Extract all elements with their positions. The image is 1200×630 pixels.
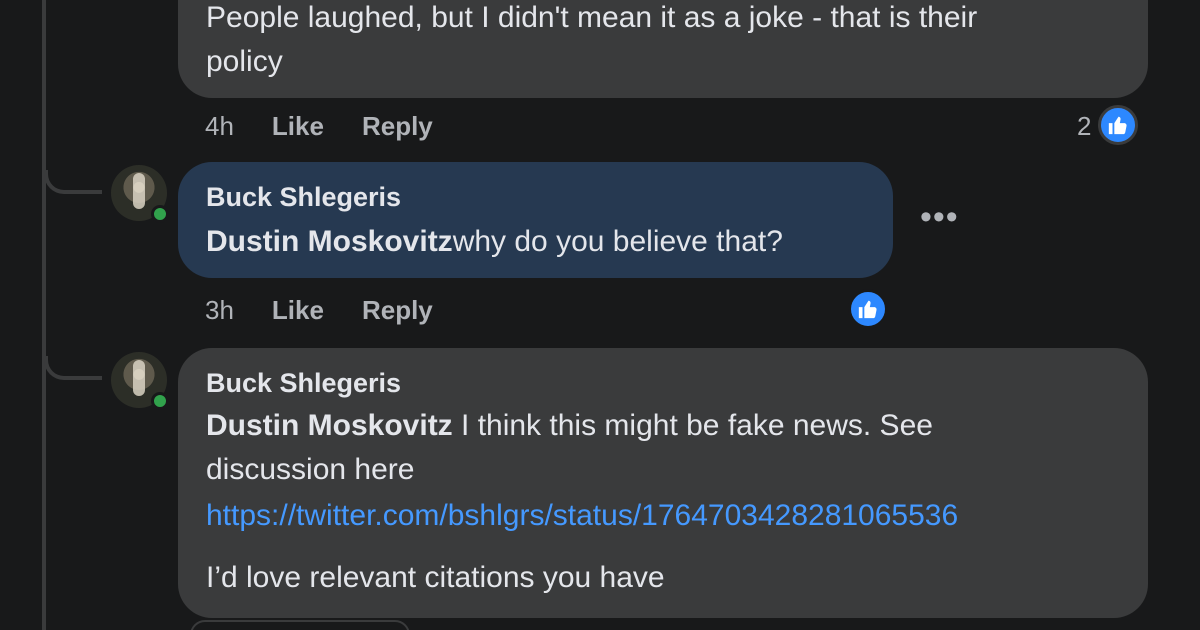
comment-text-line: People laughed, but I didn't mean it as … — [206, 1, 978, 34]
more-options-icon[interactable]: ••• — [920, 198, 959, 237]
online-status-dot — [151, 392, 169, 410]
comment-bubble: People laughed, but I didn't mean it as … — [178, 0, 1148, 98]
thumbs-up-icon[interactable] — [1098, 105, 1138, 145]
partial-element — [190, 620, 410, 630]
reply-button[interactable]: Reply — [362, 295, 433, 326]
comment-bubble: Buck Shlegeris Dustin Moskovitz I think … — [178, 348, 1148, 618]
comment-text-line: I’d love relevant citations you have — [206, 561, 665, 594]
avatar-figure — [133, 173, 145, 209]
mention-link[interactable]: Dustin Moskovitz — [206, 225, 453, 258]
comment-body: Dustin Moskovitzwhy do you believe that? — [206, 220, 783, 264]
comment-timestamp[interactable]: 3h — [205, 295, 234, 326]
thread-branch — [44, 356, 102, 380]
mention-link[interactable]: Dustin Moskovitz — [206, 409, 453, 442]
like-button[interactable]: Like — [272, 295, 324, 326]
comment-timestamp[interactable]: 4h — [205, 111, 234, 142]
reply-button[interactable]: Reply — [362, 111, 433, 142]
comment-actions: 3h Like Reply — [205, 292, 471, 328]
comment-text-line: policy — [206, 45, 283, 78]
external-link[interactable]: https://twitter.com/bshlgrs/status/17647… — [206, 494, 958, 538]
comment-thread: People laughed, but I didn't mean it as … — [0, 0, 1200, 630]
avatar[interactable] — [111, 165, 169, 223]
comment-text: I think this might be fake news. See — [452, 409, 933, 442]
comment-text-line: discussion here — [206, 453, 415, 486]
thread-branch — [44, 170, 102, 194]
comment-text: why do you believe that? — [452, 225, 783, 258]
avatar[interactable] — [111, 352, 169, 410]
thread-line — [42, 0, 46, 630]
thumbs-up-icon[interactable] — [848, 289, 888, 329]
comment-actions: 4h Like Reply — [205, 108, 471, 144]
avatar-figure — [133, 360, 145, 396]
comment-author[interactable]: Buck Shlegeris — [206, 180, 401, 214]
like-button[interactable]: Like — [272, 111, 324, 142]
online-status-dot — [151, 205, 169, 223]
comment-author[interactable]: Buck Shlegeris — [206, 366, 401, 400]
comment-bubble-highlighted: Buck Shlegeris Dustin Moskovitzwhy do yo… — [178, 162, 893, 278]
reaction-count[interactable]: 2 — [1077, 111, 1091, 142]
comment-body-line: Dustin Moskovitz I think this might be f… — [206, 404, 933, 448]
